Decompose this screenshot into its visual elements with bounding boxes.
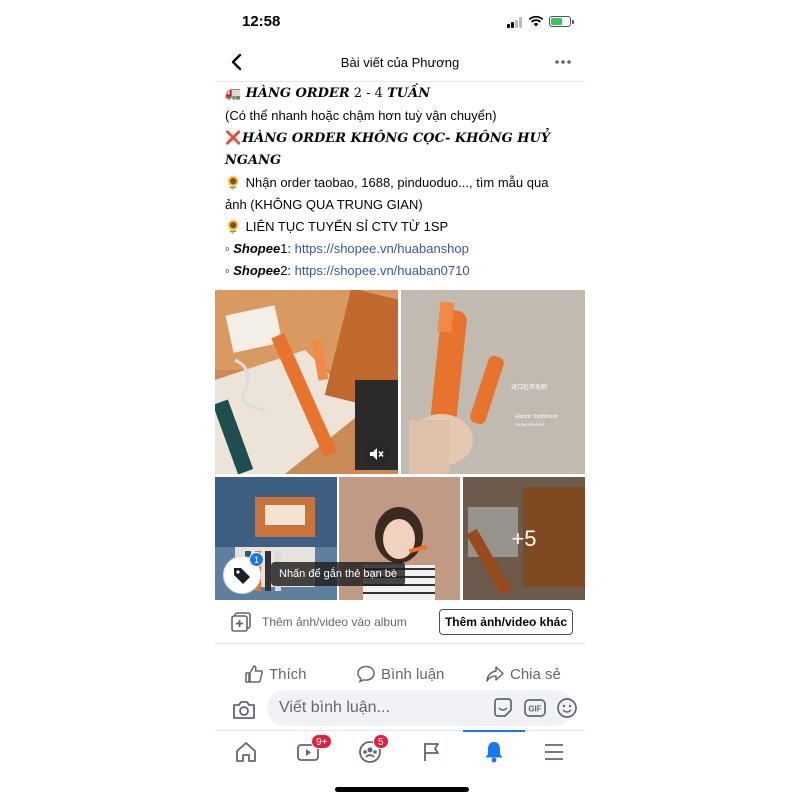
photo2-caption-cn: 进口牡邦毛刷	[511, 385, 548, 391]
thumbs-up-icon	[245, 665, 263, 683]
shop2-label: Shopee	[233, 263, 281, 278]
bottom-tab-bar: 9+ 5	[215, 730, 585, 772]
shop1-label: Shopee	[233, 241, 281, 256]
no-deposit-text: HÀNG ORDER KHÔNG CỌC- KHÔNG HUỶ	[242, 131, 551, 146]
status-time: 12:58	[242, 13, 281, 30]
tab-video[interactable]: 9+	[277, 731, 339, 773]
comment-label: Bình luận	[381, 665, 445, 683]
post-line-order-time: 🚛 HÀNG ORDER 2 - 4 TUẦN	[225, 82, 580, 105]
share-icon	[486, 666, 504, 682]
comment-input[interactable]: Viết bình luận... GIF	[267, 690, 577, 726]
tag-count-badge: 1	[249, 552, 264, 567]
sticker-icon[interactable]	[491, 696, 515, 720]
speaker-muted-icon	[370, 448, 384, 460]
shop2-num: 2:	[280, 263, 295, 278]
svg-text:GIF: GIF	[528, 705, 541, 714]
shop1-num: 1:	[280, 241, 295, 256]
wifi-icon	[528, 15, 544, 27]
home-indicator	[335, 787, 469, 792]
like-button[interactable]: Thích	[245, 662, 307, 686]
post-line-recruit: 🌻 LIÊN TỤC TUYỂN SỈ CTV TỪ 1SP	[225, 216, 580, 238]
tab-menu[interactable]	[523, 731, 585, 773]
comment-bar: Viết bình luận... GIF	[215, 690, 585, 730]
shop1-link[interactable]: https://shopee.vn/huabanshop	[295, 241, 469, 256]
share-button[interactable]: Chia sẻ	[486, 662, 561, 686]
post-line-order-sources: 🌻 Nhận order taobao, 1688, pinduoduo...,…	[225, 172, 580, 194]
photo-more[interactable]: +5	[463, 477, 585, 600]
truck-icon: 🚛	[225, 85, 242, 100]
sunflower-icon: 🌻	[225, 219, 242, 234]
sunflower-icon: 🌻	[225, 175, 242, 190]
shop2-link[interactable]: https://shopee.vn/huaban0710	[295, 263, 470, 278]
post-line-shop2: ◦ Shopee2: https://shopee.vn/huaban0710	[225, 260, 580, 282]
bell-icon	[485, 742, 503, 763]
video-badge: 9+	[311, 734, 333, 749]
recruit-text: LIÊN TỤC TUYỂN SỈ CTV TỪ 1SP	[245, 219, 449, 234]
post-text: 🚛 HÀNG ORDER 2 - 4 TUẦN (Có thể nhanh ho…	[225, 82, 580, 282]
post-line-no-deposit-cont: NGANG	[225, 153, 282, 168]
phone-screen: 12:58 Bài viết của Phương 🚛 HÀNG ORDER 2…	[215, 0, 585, 800]
cross-mark-icon: ❌	[225, 130, 242, 145]
post-actions: Thích Bình luận Chia sẻ	[215, 656, 585, 692]
photo2-caption-en2: FROM FRANCE	[515, 422, 545, 427]
mute-button[interactable]	[363, 440, 391, 468]
photo-toothbrush-box[interactable]	[215, 290, 398, 474]
page-title: Bài viết của Phương	[340, 55, 460, 70]
post-line-shop1: ◦ Shopee1: https://shopee.vn/huabanshop	[225, 238, 580, 260]
tab-groups[interactable]: 5	[339, 731, 401, 773]
add-more-media-button[interactable]: Thêm ảnh/video khác	[439, 609, 573, 635]
status-bar: 12:58	[215, 0, 585, 44]
signal-icon	[507, 17, 525, 28]
add-to-album-link[interactable]: Thêm ảnh/video vào album	[262, 615, 407, 629]
home-icon	[236, 742, 256, 762]
tab-pages[interactable]	[401, 731, 463, 773]
flag-icon	[424, 743, 439, 761]
order-sources-text: Nhận order taobao, 1688, pinduoduo..., t…	[245, 175, 549, 190]
photo-grid: 进口牡邦毛刷 Electric Toothbrush FROM FRANCE +…	[215, 290, 585, 600]
comment-icon	[357, 665, 375, 683]
album-row: Thêm ảnh/video vào album Thêm ảnh/video …	[215, 600, 585, 644]
emoji-icon[interactable]	[555, 696, 579, 720]
tag-tooltip: Nhấn để gắn thẻ bạn bè	[271, 562, 406, 586]
groups-badge: 5	[373, 734, 389, 749]
like-label: Thích	[269, 665, 307, 683]
tag-icon	[234, 568, 250, 584]
photo2-caption-en1: Electric Toothbrush	[515, 414, 558, 420]
more-options-icon[interactable]	[553, 52, 573, 72]
comment-placeholder: Viết bình luận...	[279, 699, 390, 716]
order-weeks-unit: TUẦN	[387, 86, 431, 101]
camera-icon[interactable]	[231, 697, 257, 723]
share-label: Chia sẻ	[510, 665, 561, 683]
bullet-icon: ◦	[225, 263, 230, 278]
tab-notifications[interactable]	[463, 730, 525, 772]
order-label: HÀNG ORDER	[245, 86, 350, 101]
post-line-no-deposit: ❌HÀNG ORDER KHÔNG CỌC- KHÔNG HUỶ	[225, 127, 580, 150]
add-photo-icon[interactable]	[231, 612, 251, 632]
order-weeks: 2 - 4	[349, 86, 388, 101]
post-line-order-sources-cont: ảnh (KHÔNG QUA TRUNG GIAN)	[225, 197, 423, 212]
more-photos-count: +5	[463, 477, 585, 600]
tab-home[interactable]	[215, 731, 277, 773]
menu-icon	[545, 744, 563, 760]
battery-icon	[549, 16, 574, 27]
photo-toothbrush-hand[interactable]: 进口牡邦毛刷 Electric Toothbrush FROM FRANCE	[401, 290, 585, 474]
bullet-icon: ◦	[225, 241, 230, 256]
post-line-shipping-note: (Có thể nhanh hoặc chậm hơn tuỳ vận chuy…	[225, 108, 497, 123]
gif-icon[interactable]: GIF	[523, 696, 547, 720]
post-header: Bài viết của Phương	[215, 44, 585, 82]
comment-button[interactable]: Bình luận	[357, 662, 444, 686]
